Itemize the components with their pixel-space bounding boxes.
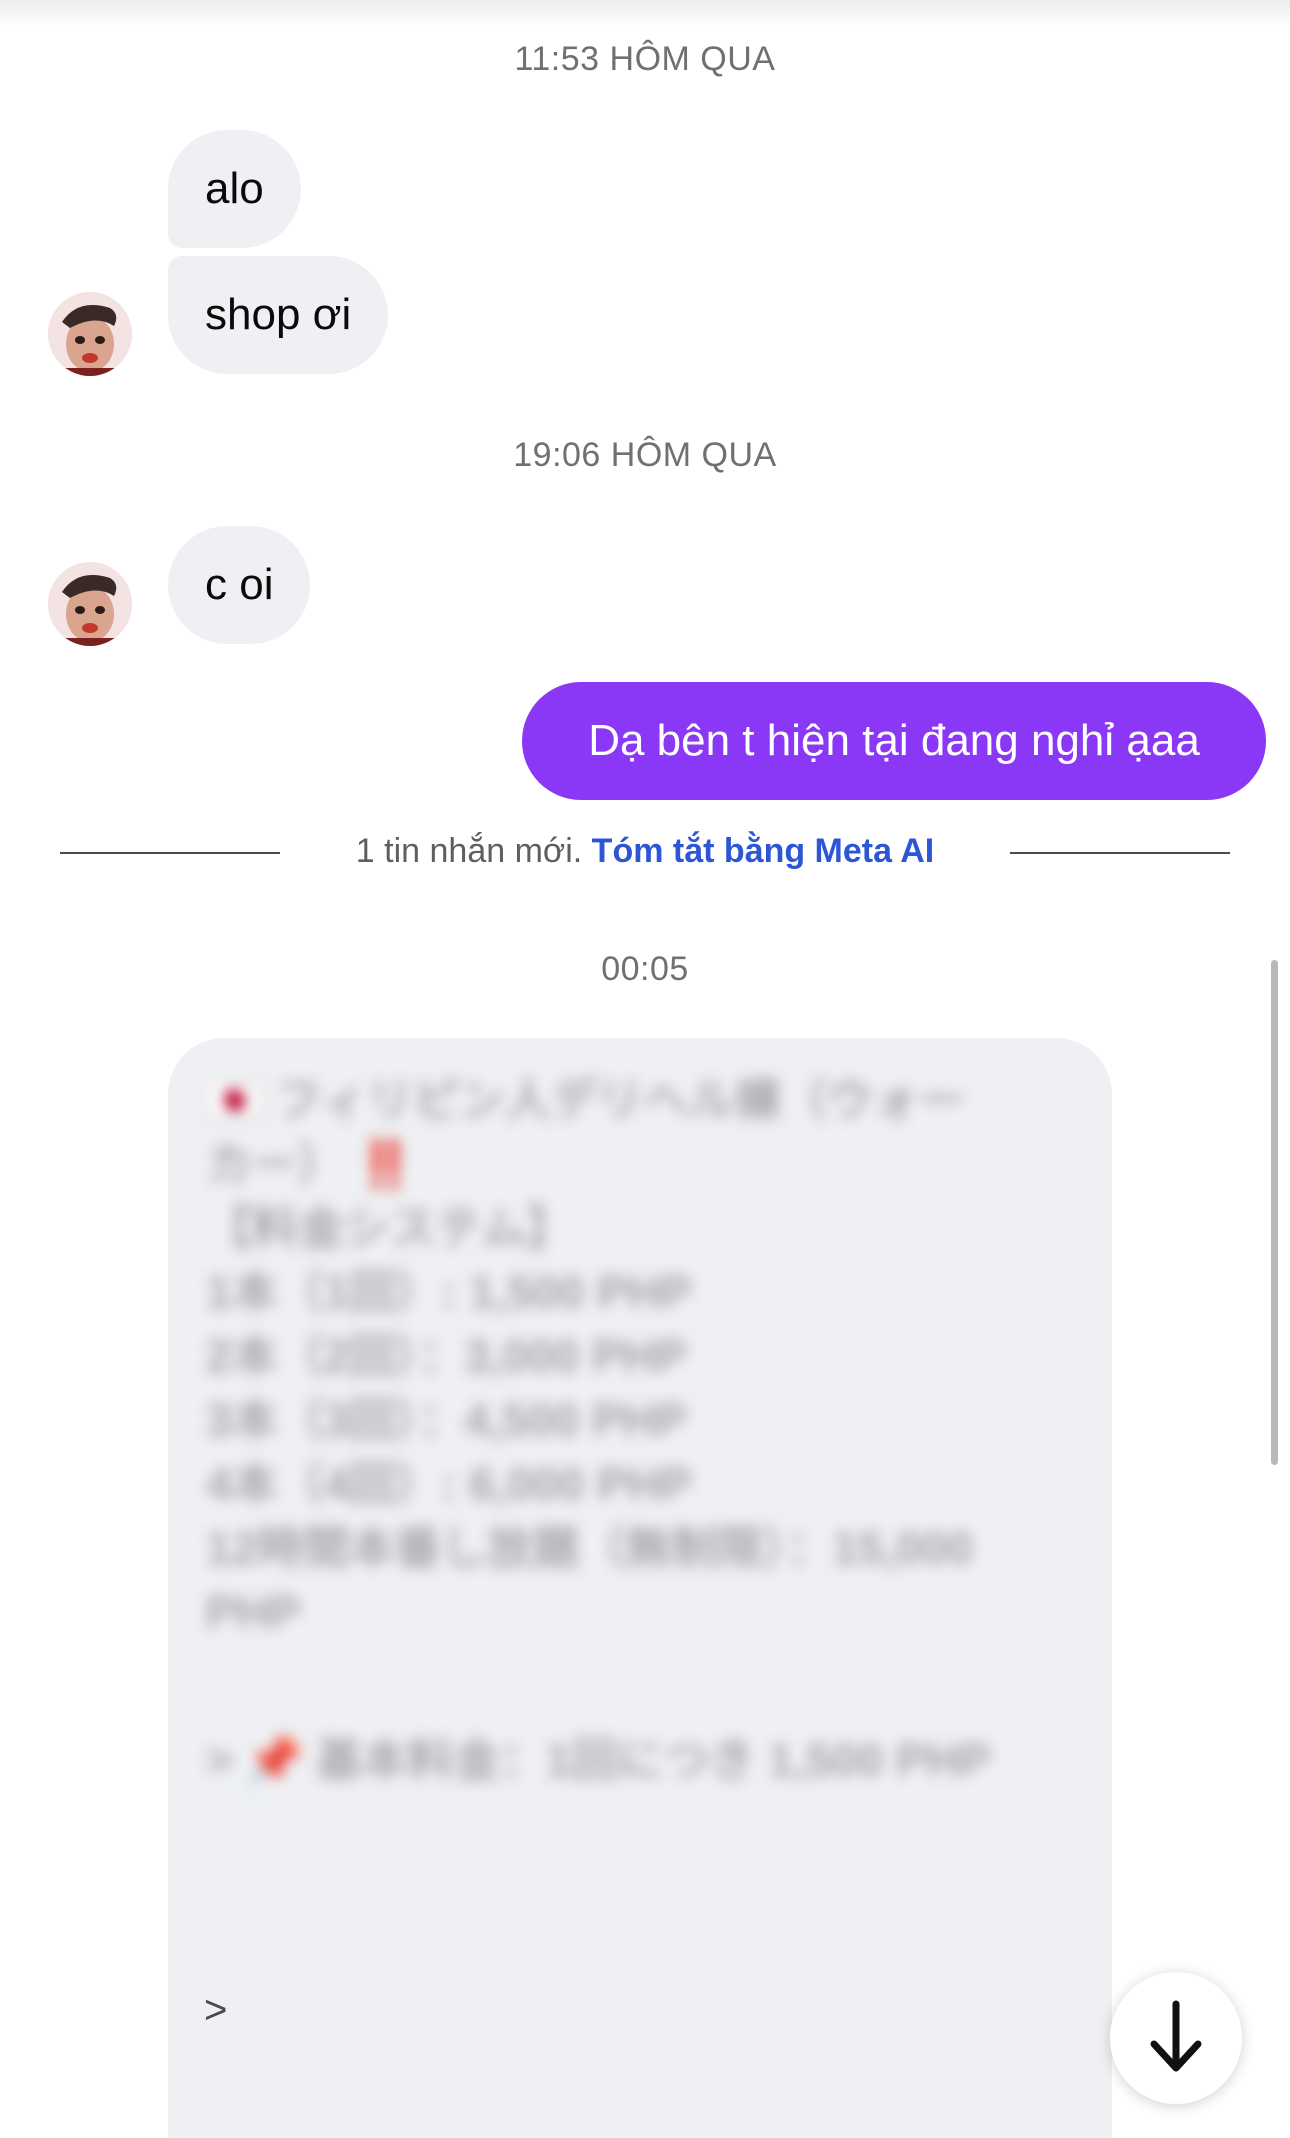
summarize-meta-ai-link[interactable]: Tóm tắt bằng Meta AI: [592, 832, 935, 870]
card-line: 🇯🇵 フィリピン人デリヘル嬢（ウォー: [206, 1074, 966, 1126]
card-line-text: カー）: [206, 1138, 344, 1190]
card-line: PHP: [206, 1586, 301, 1638]
incoming-message-bubble[interactable]: alo: [168, 130, 301, 248]
blurred-message-text: 🇯🇵 フィリピン人デリヘル嬢（ウォー カー） ‼️ 【料金システム】 1本（1回…: [206, 1068, 1066, 1792]
timestamp-divider: 00:05: [601, 950, 689, 988]
outgoing-message-bubble[interactable]: Dạ bên t hiện tại đang nghỉ ạaa: [522, 682, 1266, 800]
card-line: 【料金システム】: [206, 1202, 573, 1254]
card-line: 1本（1回）: 1,500 PHP: [206, 1266, 692, 1318]
card-line: 4本（4回）: 6,000 PHP: [206, 1458, 692, 1510]
top-bar-shadow: [0, 0, 1290, 26]
timestamp-divider: 19:06 HÔM QUA: [513, 436, 777, 474]
avatar-image: [48, 292, 132, 376]
blurred-message-card[interactable]: 🇯🇵 フィリピン人デリヘル嬢（ウォー カー） ‼️ 【料金システム】 1本（1回…: [168, 1038, 1112, 2138]
avatar-image: [48, 562, 132, 646]
card-line: > 📌 基本料金：1回につき 1,500 PHP: [206, 1734, 991, 1786]
card-line: 2本（2回）：3,000 PHP: [206, 1330, 687, 1382]
scroll-to-bottom-button[interactable]: [1110, 1972, 1242, 2104]
new-messages-notice: 1 tin nhắn mới.: [355, 832, 583, 870]
card-spacer: [206, 1644, 1066, 1728]
sender-avatar[interactable]: [48, 292, 132, 376]
exclamation-mark: ‼️: [356, 1138, 415, 1190]
timestamp-divider: 11:53 HÔM QUA: [514, 40, 776, 78]
card-caret: >: [204, 1988, 228, 2032]
incoming-message-bubble[interactable]: c oi: [168, 526, 311, 644]
card-line: 3本（3回）：4,500 PHP: [206, 1394, 687, 1446]
card-line: カー） ‼️: [206, 1132, 1066, 1196]
sender-avatar[interactable]: [48, 562, 132, 646]
arrow-down-icon: [1150, 2000, 1202, 2072]
new-messages-divider: 1 tin nhắn mới. Tóm tắt bằng Meta AI: [0, 832, 1290, 871]
card-line: 12時間本番し放題（無制限）：15,000: [206, 1522, 973, 1574]
incoming-message-bubble[interactable]: shop ơi: [168, 256, 389, 374]
scrollbar[interactable]: [1271, 960, 1278, 1465]
